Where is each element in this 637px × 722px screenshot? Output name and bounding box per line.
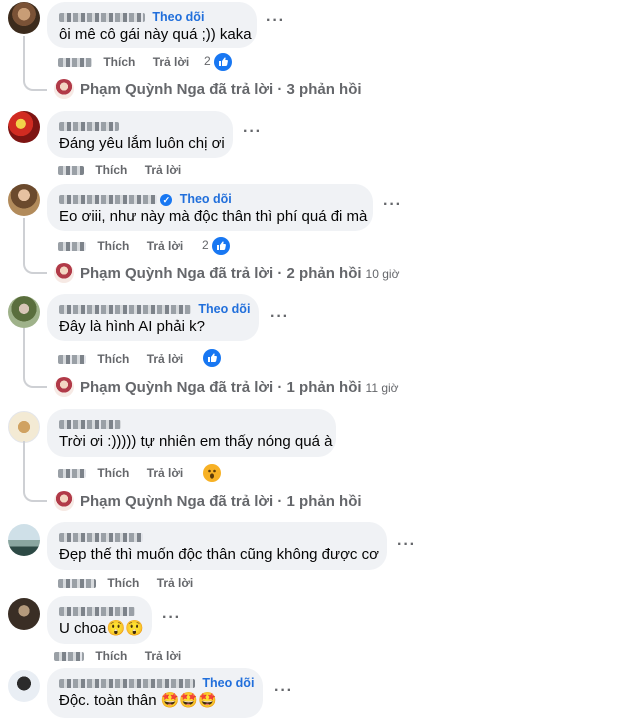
timestamp — [58, 469, 86, 479]
reaction-summary[interactable] — [203, 463, 221, 482]
view-replies-link[interactable]: Phạm Quỳnh Nga đã trả lời · 2 phản hồi 10… — [80, 263, 399, 285]
thread-line — [23, 218, 47, 274]
like-button[interactable]: Thích — [103, 55, 135, 69]
view-replies-link[interactable]: Phạm Quỳnh Nga đã trả lời · 1 phản hồi — [80, 491, 366, 513]
more-options-icon[interactable]: ··· — [270, 308, 289, 326]
follow-button[interactable]: Theo dõi — [152, 10, 204, 24]
like-button[interactable]: Thích — [97, 466, 129, 480]
more-options-icon[interactable]: ··· — [162, 609, 181, 627]
commenter-name[interactable]: Theo dõi — [59, 302, 250, 317]
comment-actions: Thích Trả lời — [58, 54, 203, 70]
like-icon — [214, 52, 233, 71]
comment-text: Đây là hình AI phải k? — [59, 318, 205, 335]
comment-bubble: Trời ơi :))))) tự nhiên em thấy nóng quá… — [47, 409, 336, 457]
replier-avatar[interactable] — [54, 79, 74, 99]
comment-text: Eo ơiii, như này mà độc thân thì phí quá… — [59, 208, 368, 225]
like-button[interactable]: Thích — [95, 163, 127, 177]
commenter-avatar[interactable] — [8, 524, 40, 556]
comment-actions: Thích Trả lời — [54, 648, 195, 664]
commenter-avatar[interactable] — [8, 296, 40, 328]
wow-icon — [203, 463, 221, 482]
more-options-icon[interactable]: ··· — [266, 12, 285, 30]
reply-button[interactable]: Trả lời — [157, 576, 194, 590]
commenter-name[interactable] — [59, 604, 140, 619]
comment-bubble: Theo dõi Đây là hình AI phải k? — [47, 294, 259, 341]
comment-text: ôi mê cô gái này quá ;)) kaka — [59, 26, 252, 43]
commenter-name[interactable]: Theo dõi — [59, 10, 245, 25]
reply-button[interactable]: Trả lời — [147, 352, 184, 366]
commenter-name[interactable] — [59, 119, 221, 134]
timestamp — [58, 579, 96, 589]
reply-button[interactable]: Trả lời — [145, 163, 182, 177]
view-replies-link[interactable]: Phạm Quỳnh Nga đã trả lời · 1 phản hồi 11… — [80, 377, 399, 399]
commenter-avatar[interactable] — [8, 411, 40, 443]
thread-line — [23, 328, 47, 388]
comment-bubble: Theo dõi ôi mê cô gái này quá ;)) kaka — [47, 2, 257, 48]
comment-actions: Thích Trả lời — [58, 162, 195, 178]
thread-line — [23, 36, 47, 91]
comment-bubble: ✓ Theo dõi Eo ơiii, như này mà độc thân … — [47, 184, 373, 231]
comment-actions: Thích Trả lời — [58, 351, 197, 367]
commenter-avatar[interactable] — [8, 2, 40, 34]
reply-button[interactable]: Trả lời — [145, 649, 182, 663]
reaction-summary[interactable]: 2 — [204, 52, 233, 71]
commenter-avatar[interactable] — [8, 598, 40, 630]
comment-text: U choa😲😲 — [59, 620, 144, 637]
comment-bubble: U choa😲😲 — [47, 596, 152, 644]
reply-button[interactable]: Trả lời — [147, 239, 184, 253]
commenter-name[interactable]: Theo dõi — [59, 676, 254, 691]
reply-button[interactable]: Trả lời — [153, 55, 190, 69]
comment-bubble: Theo dõi Độc. toàn thân 🤩🤩🤩 — [47, 668, 263, 718]
follow-button[interactable]: Theo dõi — [180, 192, 232, 206]
like-icon — [212, 236, 231, 255]
like-icon — [203, 348, 221, 367]
commenter-name[interactable] — [59, 417, 324, 432]
more-options-icon[interactable]: ··· — [274, 682, 293, 700]
reply-button[interactable]: Trả lời — [147, 466, 184, 480]
verified-badge-icon: ✓ — [160, 193, 173, 206]
more-options-icon[interactable]: ··· — [383, 196, 402, 214]
replier-avatar[interactable] — [54, 491, 74, 511]
comment-bubble: Đẹp thế thì muốn độc thân cũng không đượ… — [47, 522, 387, 570]
replier-avatar[interactable] — [54, 263, 74, 283]
reaction-summary[interactable]: 2 — [202, 236, 231, 255]
follow-button[interactable]: Theo dõi — [198, 302, 250, 316]
comment-text: Đáng yêu lắm luôn chị ơi — [59, 135, 225, 152]
timestamp — [54, 652, 84, 662]
replier-avatar[interactable] — [54, 377, 74, 397]
commenter-avatar[interactable] — [8, 111, 40, 143]
more-options-icon[interactable]: ··· — [243, 123, 262, 141]
comment-actions: Thích Trả lời — [58, 465, 197, 481]
comment-bubble: Đáng yêu lắm luôn chị ơi — [47, 111, 233, 158]
commenter-avatar[interactable] — [8, 184, 40, 216]
commenter-avatar[interactable] — [8, 670, 40, 702]
timestamp — [58, 355, 86, 365]
reaction-summary[interactable] — [203, 348, 221, 367]
commenter-name[interactable]: ✓ Theo dõi — [59, 192, 361, 207]
timestamp — [58, 166, 84, 176]
timestamp — [58, 242, 86, 252]
like-button[interactable]: Thích — [97, 239, 129, 253]
view-replies-link[interactable]: Phạm Quỳnh Nga đã trả lời · 3 phản hồi — [80, 79, 366, 101]
follow-button[interactable]: Theo dõi — [202, 676, 254, 690]
like-button[interactable]: Thích — [107, 576, 139, 590]
more-options-icon[interactable]: ··· — [397, 536, 416, 554]
like-button[interactable]: Thích — [97, 352, 129, 366]
comment-actions: Thích Trả lời — [58, 575, 207, 591]
comment-text: Trời ơi :))))) tự nhiên em thấy nóng quá… — [59, 433, 333, 450]
like-button[interactable]: Thích — [95, 649, 127, 663]
comment-text: Độc. toàn thân 🤩🤩🤩 — [59, 692, 217, 709]
thread-line — [23, 441, 47, 502]
comment-text: Đẹp thế thì muốn độc thân cũng không đượ… — [59, 546, 379, 563]
timestamp — [58, 58, 92, 68]
comment-actions: Thích Trả lời — [58, 238, 197, 254]
commenter-name[interactable] — [59, 530, 375, 545]
